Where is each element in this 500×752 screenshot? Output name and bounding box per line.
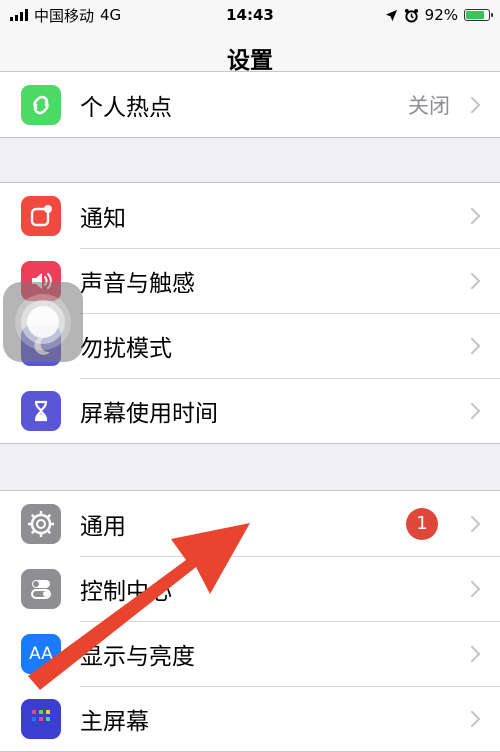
gear-icon xyxy=(21,503,61,544)
display-icon-text: AA xyxy=(29,643,53,664)
chevron-right-icon xyxy=(463,337,481,354)
carrier-name: 中国移动 xyxy=(34,6,95,25)
page-title: 设置 xyxy=(227,48,273,74)
settings-row-notifications[interactable]: 通知 xyxy=(0,183,500,248)
chevron-right-icon xyxy=(463,580,481,597)
alarm-icon xyxy=(404,8,418,23)
settings-row-screen-time[interactable]: 屏幕使用时间 xyxy=(0,378,500,443)
settings-group-network: 个人热点 关闭 xyxy=(0,71,500,138)
settings-row-label: 主屏幕 xyxy=(80,708,149,735)
chevron-right-icon xyxy=(463,96,481,113)
settings-row-home-screen[interactable]: 主屏幕 xyxy=(0,686,500,751)
settings-group-general: 通用 1 控制中心 AA 显示与亮度 主屏幕 xyxy=(0,490,500,752)
settings-row-hotspot[interactable]: 个人热点 关闭 xyxy=(0,72,500,137)
settings-row-label: 通用 xyxy=(80,513,126,540)
hotspot-status: 关闭 xyxy=(408,93,450,118)
signal-icon xyxy=(10,9,28,21)
settings-row-label: 勿扰模式 xyxy=(80,335,172,362)
settings-row-display[interactable]: AA 显示与亮度 xyxy=(0,621,500,686)
chevron-right-icon xyxy=(463,402,481,419)
chevron-right-icon xyxy=(463,272,481,289)
chevron-right-icon xyxy=(463,710,481,727)
notifications-icon xyxy=(21,195,61,236)
settings-row-label: 声音与触感 xyxy=(80,270,195,297)
assistive-touch-button[interactable] xyxy=(3,282,83,362)
status-bar: 中国移动 4G 14:43 92% xyxy=(0,0,500,30)
location-icon xyxy=(385,9,397,21)
chevron-right-icon xyxy=(463,645,481,662)
battery-icon xyxy=(464,9,493,21)
settings-row-label: 屏幕使用时间 xyxy=(80,400,218,427)
home-screen-icon xyxy=(21,698,61,739)
network-type: 4G xyxy=(100,6,122,24)
chevron-right-icon xyxy=(463,515,481,532)
settings-row-general[interactable]: 通用 1 xyxy=(0,491,500,556)
hourglass-icon xyxy=(21,390,61,431)
settings-row-label: 通知 xyxy=(80,205,126,232)
hotspot-icon xyxy=(21,84,61,125)
settings-row-label: 显示与亮度 xyxy=(80,643,195,670)
settings-row-label: 控制中心 xyxy=(80,578,172,605)
settings-row-label: 个人热点 xyxy=(80,94,172,121)
display-brightness-icon: AA xyxy=(21,633,61,674)
toggles-icon xyxy=(21,568,61,609)
chevron-right-icon xyxy=(463,207,481,224)
battery-percent: 92% xyxy=(424,6,458,24)
settings-row-control-center[interactable]: 控制中心 xyxy=(0,556,500,621)
notification-badge: 1 xyxy=(406,507,438,540)
